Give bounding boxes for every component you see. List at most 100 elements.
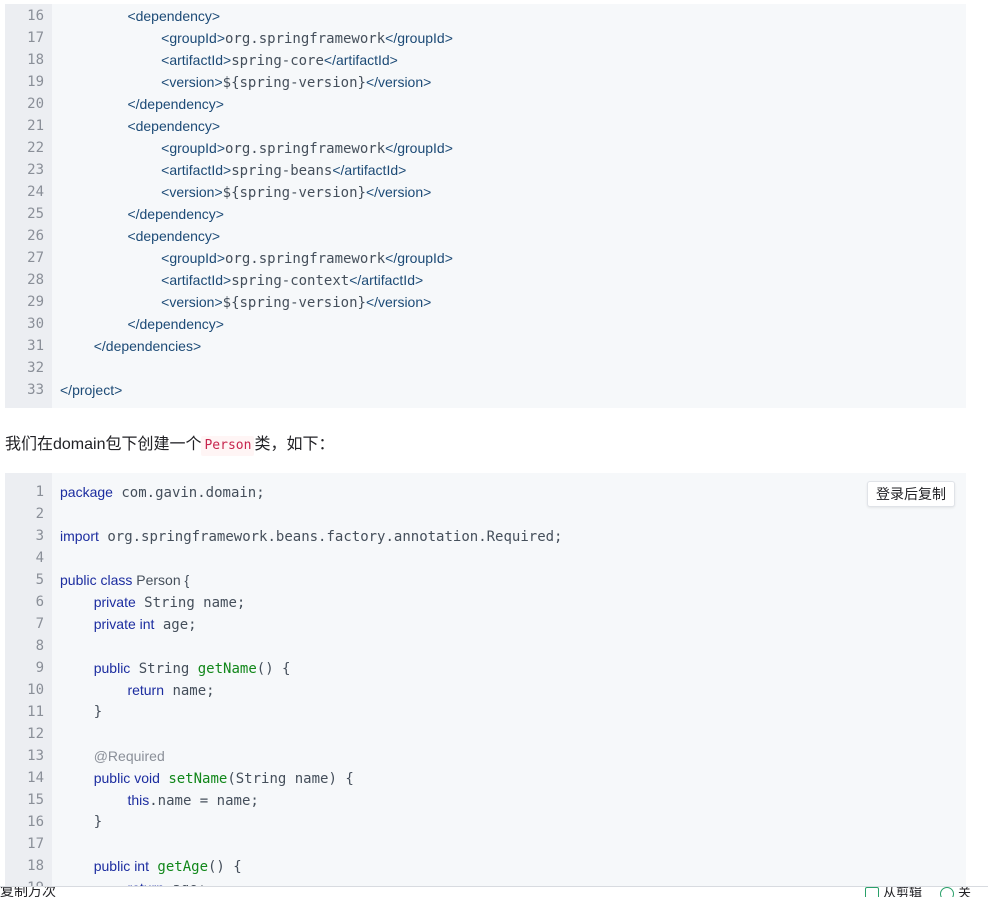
- paragraph-text: 我们在domain包下创建一个 Person 类，如下：: [5, 432, 334, 458]
- status-right-text: 从剪辑: [883, 886, 923, 897]
- code-token: public void: [93, 770, 160, 786]
- code-token: </dependency>: [127, 206, 224, 222]
- code-token: private: [93, 594, 136, 610]
- code-token: </groupId>: [385, 30, 453, 46]
- line-number: 30: [27, 316, 44, 332]
- code-text: <version>${spring-version}</version>: [60, 181, 431, 204]
- line-number: 16: [27, 8, 44, 24]
- code-text: return name;: [60, 679, 214, 702]
- code-token: </artifactId>: [349, 272, 424, 288]
- code-token: <dependency>: [127, 118, 221, 134]
- paragraph-after: 类，如下：: [254, 436, 335, 453]
- line-number: 26: [27, 228, 44, 244]
- line-number: 18: [27, 858, 44, 874]
- line-number: 22: [27, 140, 44, 156]
- code-token: </version>: [365, 294, 432, 310]
- code-text: <artifactId>spring-beans</artifactId>: [60, 159, 406, 182]
- code-text: }: [60, 701, 102, 723]
- code-token: .name = name;: [149, 793, 259, 809]
- line-number: 2: [35, 506, 44, 522]
- code-text: public int getAge() {: [60, 855, 242, 878]
- line-number: 21: [27, 118, 44, 134]
- code-token: </artifactId>: [323, 52, 398, 68]
- line-number: 16: [27, 814, 44, 830]
- line-number: 8: [35, 638, 44, 654]
- close-circle-icon[interactable]: [940, 887, 955, 897]
- code-token: spring-core: [231, 53, 324, 69]
- code-token: <version>: [161, 74, 223, 90]
- code-token: String: [130, 661, 198, 677]
- code-token: <version>: [161, 184, 223, 200]
- code-token: age;: [154, 617, 197, 633]
- line-number: 25: [27, 206, 44, 222]
- code-token: ${spring-version}: [222, 75, 366, 91]
- code-token: this: [127, 792, 150, 808]
- code-token: org.springframework: [225, 31, 386, 47]
- code-text: public void setName(String name) {: [60, 767, 354, 790]
- code-token: </dependency>: [127, 96, 224, 112]
- line-number: 20: [27, 96, 44, 112]
- line-number: 3: [35, 528, 44, 544]
- code-text: </project>: [60, 379, 122, 402]
- code-token: setName: [168, 771, 228, 787]
- code-token: </groupId>: [385, 250, 453, 266]
- code-token: <version>: [161, 294, 223, 310]
- paragraph-before: 我们在domain包下创建一个: [5, 436, 202, 453]
- code-token: <artifactId>: [161, 272, 232, 288]
- line-number: 14: [27, 770, 44, 786]
- status-right-text2: 关: [958, 886, 972, 897]
- code-token: }: [93, 814, 103, 830]
- code-text: <groupId>org.springframework</groupId>: [60, 27, 453, 50]
- code-text: private int age;: [60, 613, 197, 636]
- code-text: <artifactId>spring-core</artifactId>: [60, 49, 398, 72]
- code-token: <groupId>: [161, 140, 225, 156]
- line-number: 31: [27, 338, 44, 354]
- line-number: 5: [35, 572, 44, 588]
- line-number: 7: [35, 616, 44, 632]
- code-token: </version>: [365, 184, 432, 200]
- line-number: 6: [35, 594, 44, 610]
- code-token: package: [60, 484, 113, 500]
- code-token: com.gavin.domain;: [112, 485, 265, 501]
- code-text: <version>${spring-version}</version>: [60, 71, 431, 94]
- code-text: package com.gavin.domain;: [60, 481, 265, 504]
- code-token: getName: [197, 661, 257, 677]
- code-token: </groupId>: [385, 140, 453, 156]
- xml-code-block: 16 <dependency> 17 <groupId>org.springfra…: [5, 4, 966, 408]
- code-text: </dependency>: [60, 203, 224, 226]
- login-to-copy-button[interactable]: 登录后复制: [867, 481, 955, 507]
- code-token: getAge: [157, 859, 208, 875]
- code-text: </dependency>: [60, 313, 224, 336]
- line-number: 19: [27, 74, 44, 90]
- code-token: </artifactId>: [332, 162, 407, 178]
- line-number: 32: [27, 360, 44, 376]
- line-number: 17: [27, 30, 44, 46]
- code-text: import org.springframework.beans.factory…: [60, 525, 563, 548]
- code-token: import: [60, 528, 99, 544]
- code-text: public String getName() {: [60, 657, 291, 680]
- line-number: 23: [27, 162, 44, 178]
- code-token: <artifactId>: [161, 52, 232, 68]
- code-token: </dependencies>: [93, 338, 202, 354]
- code-token: () {: [256, 661, 291, 677]
- code-text: <groupId>org.springframework</groupId>: [60, 247, 453, 270]
- code-text: public class Person {: [60, 569, 189, 592]
- code-token: </version>: [365, 74, 432, 90]
- code-token: spring-beans: [231, 163, 333, 179]
- code-token: <artifactId>: [161, 162, 232, 178]
- code-token: (String name) {: [227, 771, 354, 787]
- code-text: <groupId>org.springframework</groupId>: [60, 137, 453, 160]
- code-text: </dependencies>: [60, 335, 201, 358]
- status-bar: 复制万次 从剪辑 关: [0, 886, 988, 897]
- code-token: org.springframework: [225, 251, 386, 267]
- code-text: <dependency>: [60, 225, 220, 248]
- code-token: private int: [93, 616, 155, 632]
- code-text: <dependency>: [60, 5, 220, 28]
- code-token: <dependency>: [127, 228, 221, 244]
- code-text: </dependency>: [60, 93, 224, 116]
- code-token: public: [93, 660, 131, 676]
- line-number: 9: [35, 660, 44, 676]
- code-text: <artifactId>spring-context</artifactId>: [60, 269, 423, 292]
- code-token: return: [127, 682, 165, 698]
- clipboard-icon[interactable]: [865, 887, 879, 897]
